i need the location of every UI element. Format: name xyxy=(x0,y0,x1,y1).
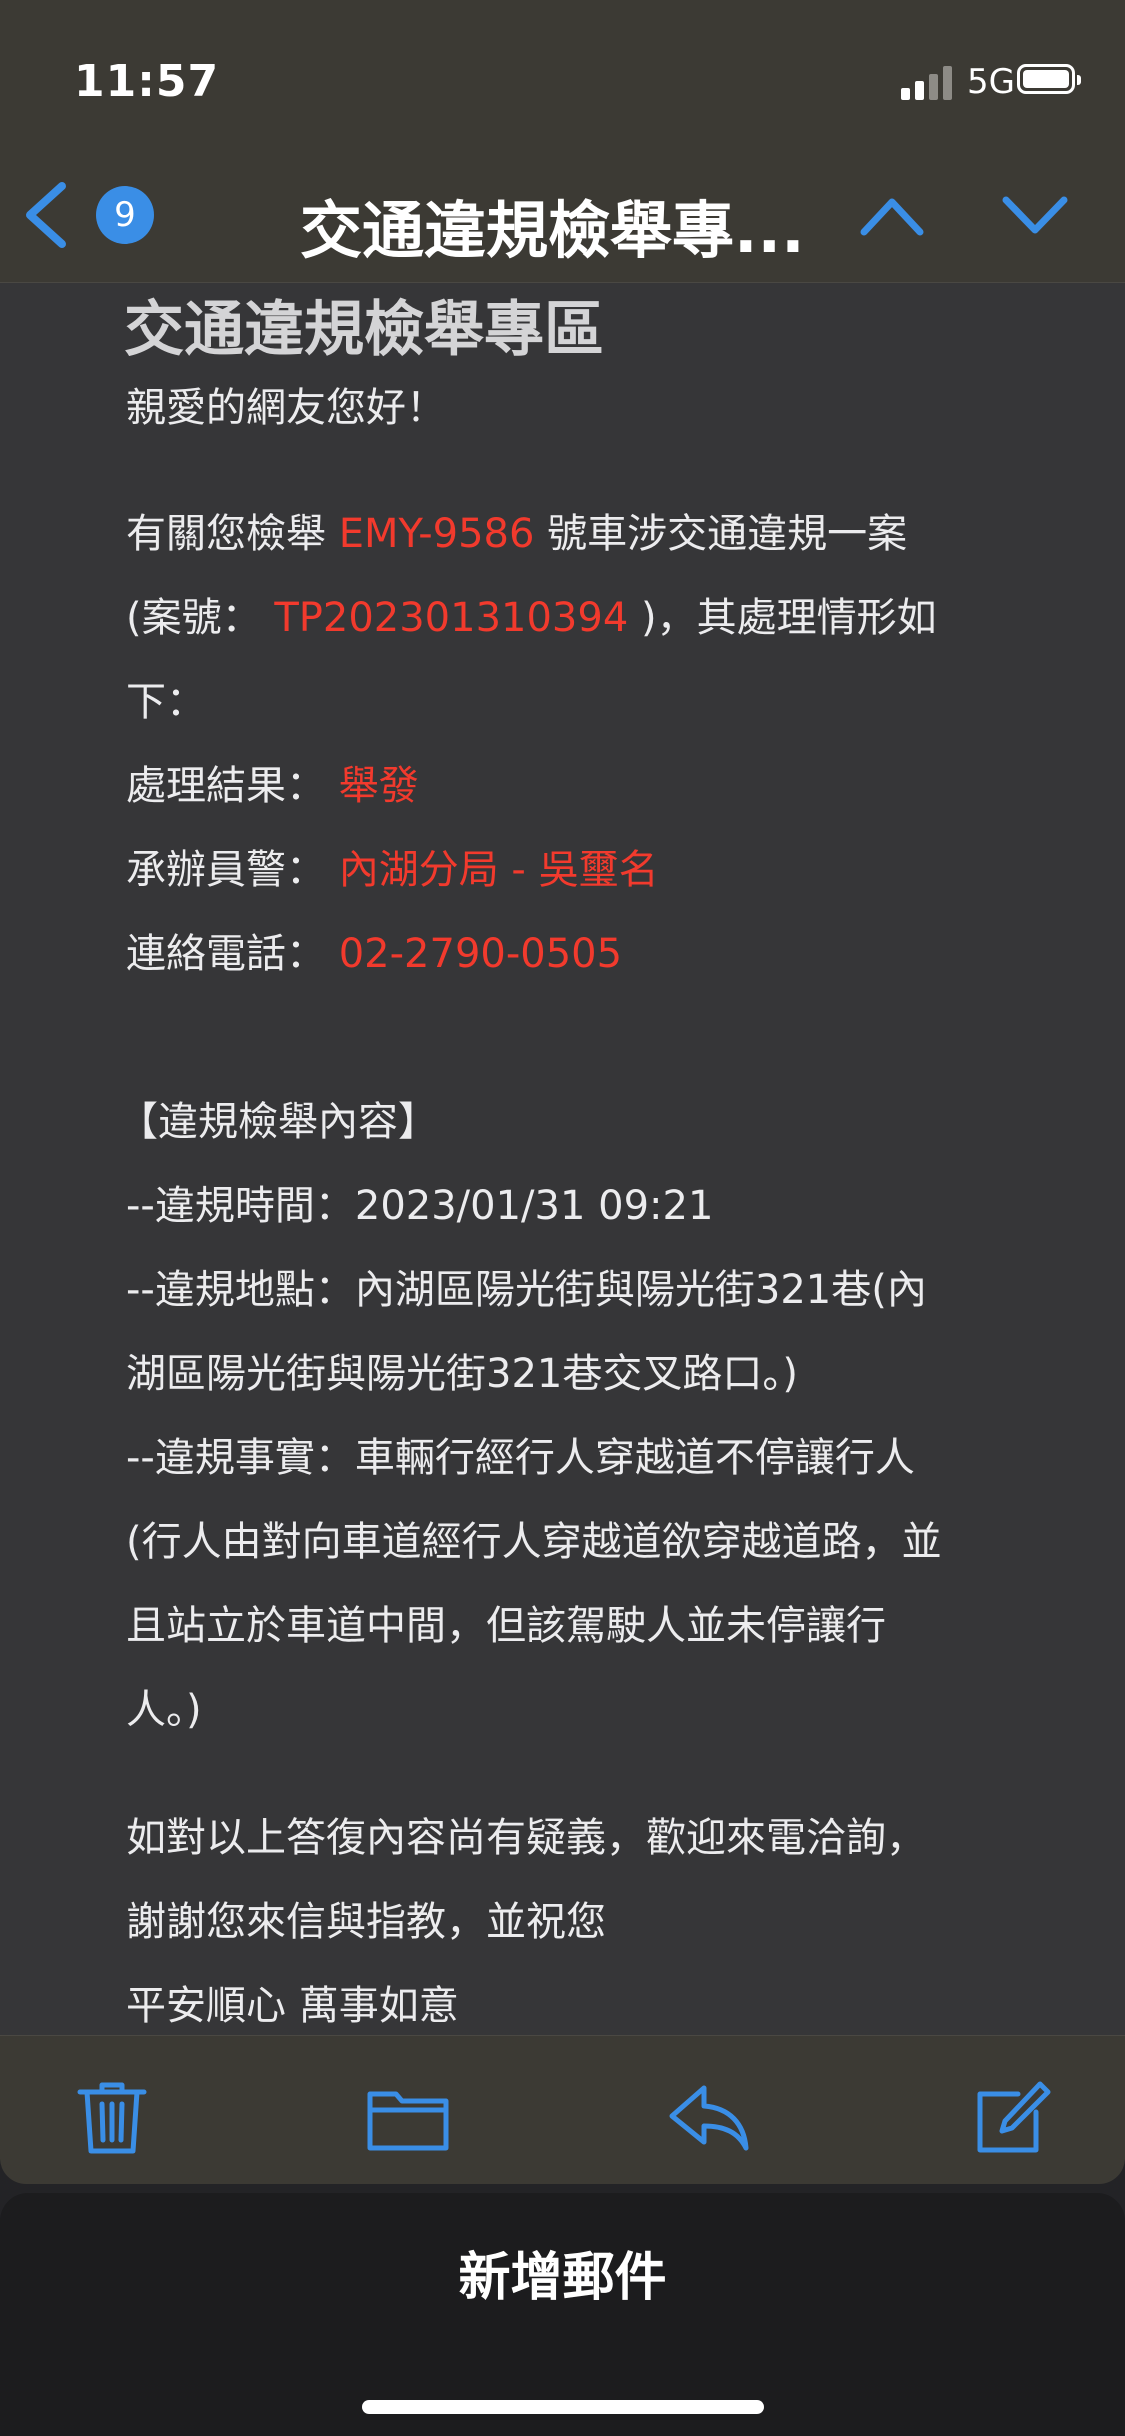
unread-count-badge[interactable]: 9 xyxy=(96,186,154,244)
email-heading: 交通違規檢舉專區 xyxy=(124,295,604,365)
status-time: 11:57 xyxy=(74,56,220,107)
violation-time-line: --違規時間：2023/01/31 09:21 xyxy=(126,1183,714,1229)
officer-value: 內湖分局 - 吳璽名 xyxy=(338,847,659,893)
violation-fact-line-3: 且站立於車道中間，但該駕駛人並未停讓行 xyxy=(126,1603,886,1649)
battery-full-icon xyxy=(1017,64,1081,94)
home-indicator xyxy=(362,2400,764,2414)
case-line-2: (案號： TP202301310394 )，其處理情形如 xyxy=(126,576,937,660)
section-title: 【違規檢舉內容】 xyxy=(118,1099,438,1145)
top-chrome: 11:57 5G 9 交通違規檢舉專... xyxy=(0,0,1125,283)
chevron-up-icon[interactable] xyxy=(858,190,926,240)
nav-title: 交通違規檢舉專... xyxy=(300,194,805,267)
case-line-2-suffix: )，其處理情形如 xyxy=(628,595,937,641)
new-message-sheet[interactable]: 新增郵件 xyxy=(0,2193,1125,2436)
chevron-left-icon[interactable] xyxy=(22,180,70,250)
violation-fact-line-2: (行人由對向車道經行人穿越道欲穿越道路，並 xyxy=(126,1519,942,1565)
phone-label: 連絡電話： xyxy=(126,931,339,977)
violation-location-line-1: --違規地點：內湖區陽光街與陽光街321巷(內 xyxy=(126,1267,927,1313)
closing-line-2: 謝謝您來信與指教，並祝您 xyxy=(126,1899,606,1945)
case-line-3: 下： xyxy=(126,679,206,725)
network-type: 5G xyxy=(967,62,1015,102)
case-line-1: 有關您檢舉 EMY-9586 號車涉交通違規一案 xyxy=(126,492,907,576)
officer-line: 承辦員警： 內湖分局 - 吳璽名 xyxy=(126,828,659,912)
email-body[interactable]: 交通違規檢舉專區 親愛的網友您好！ 有關您檢舉 EMY-9586 號車涉交通違規… xyxy=(0,283,1125,2035)
license-plate: EMY-9586 xyxy=(338,511,535,557)
case-number: TP202301310394 xyxy=(274,595,629,641)
result-label: 處理結果： xyxy=(126,763,339,809)
phone-line: 連絡電話： 02-2790-0505 xyxy=(126,912,622,996)
violation-fact-line-4: 人。) xyxy=(126,1687,202,1733)
result-line: 處理結果： 舉發 xyxy=(126,744,419,828)
new-message-title[interactable]: 新增郵件 xyxy=(0,2235,1125,2310)
mail-screen: 11:57 5G 9 交通違規檢舉專... 交通違規檢舉專區 親愛的網友您好！ xyxy=(0,0,1125,2436)
case-intro-text: 有關您檢舉 xyxy=(126,511,339,557)
violation-fact-line-1: --違規事實：車輛行經行人穿越道不停讓行人 xyxy=(126,1435,915,1481)
compose-icon[interactable] xyxy=(974,2080,1052,2156)
trash-icon[interactable] xyxy=(76,2080,148,2156)
case-number-label: (案號： xyxy=(126,595,275,641)
status-indicators: 5G xyxy=(825,56,1125,110)
closing-line-1: 如對以上答復內容尚有疑義，歡迎來電洽詢， xyxy=(126,1815,926,1861)
closing-line-3: 平安順心 萬事如意 xyxy=(126,1983,459,2029)
reply-icon[interactable] xyxy=(668,2080,750,2156)
greeting-line: 親愛的網友您好！ xyxy=(126,385,446,431)
cellular-signal-icon xyxy=(901,66,955,100)
mail-toolbar xyxy=(0,2035,1125,2184)
phone-number[interactable]: 02-2790-0505 xyxy=(339,931,622,977)
officer-label: 承辦員警： xyxy=(126,847,339,893)
folder-icon[interactable] xyxy=(366,2080,450,2156)
chevron-down-icon[interactable] xyxy=(1000,190,1070,240)
result-value: 舉發 xyxy=(338,763,419,809)
case-intro-suffix: 號車涉交通違規一案 xyxy=(534,511,908,557)
violation-location-line-2: 湖區陽光街與陽光街321巷交叉路口。) xyxy=(126,1351,798,1397)
